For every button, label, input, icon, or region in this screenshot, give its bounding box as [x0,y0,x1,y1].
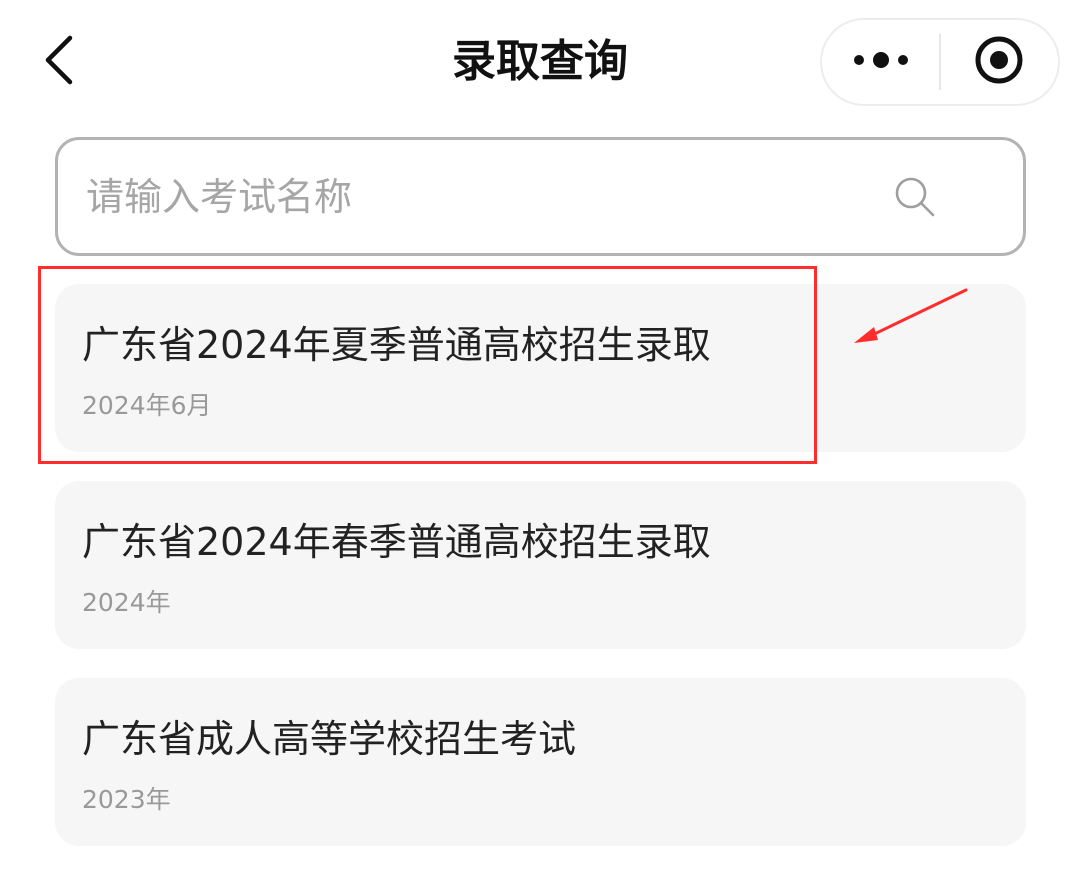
more-button[interactable] [822,20,939,104]
search-input[interactable] [58,140,885,253]
exam-date: 2024年 [82,588,171,617]
exam-name: 广东省2024年春季普通高校招生录取 [82,520,711,564]
more-dots-icon [851,50,911,74]
chevron-left-icon [40,32,80,92]
close-miniprogram-button[interactable] [941,20,1058,104]
exam-list-item[interactable]: 广东省2024年夏季普通高校招生录取 2024年6月 [55,284,1026,452]
exam-date: 2023年 [82,785,171,814]
search-box [55,137,1026,256]
target-circle-icon [973,34,1025,90]
back-button[interactable] [30,30,90,94]
mini-program-capsule [820,18,1060,106]
search-icon[interactable] [885,167,945,227]
exam-list-item[interactable]: 广东省2024年春季普通高校招生录取 2024年 [55,481,1026,649]
exam-date: 2024年6月 [82,391,212,420]
exam-name: 广东省成人高等学校招生考试 [82,717,577,761]
admission-query-page: 录取查询 请输入考试名称 广东省2024年夏季普通高校招生录取 2024年6月 … [0,0,1080,885]
exam-list-item[interactable]: 广东省成人高等学校招生考试 2023年 [55,678,1026,846]
exam-name: 广东省2024年夏季普通高校招生录取 [82,323,711,367]
